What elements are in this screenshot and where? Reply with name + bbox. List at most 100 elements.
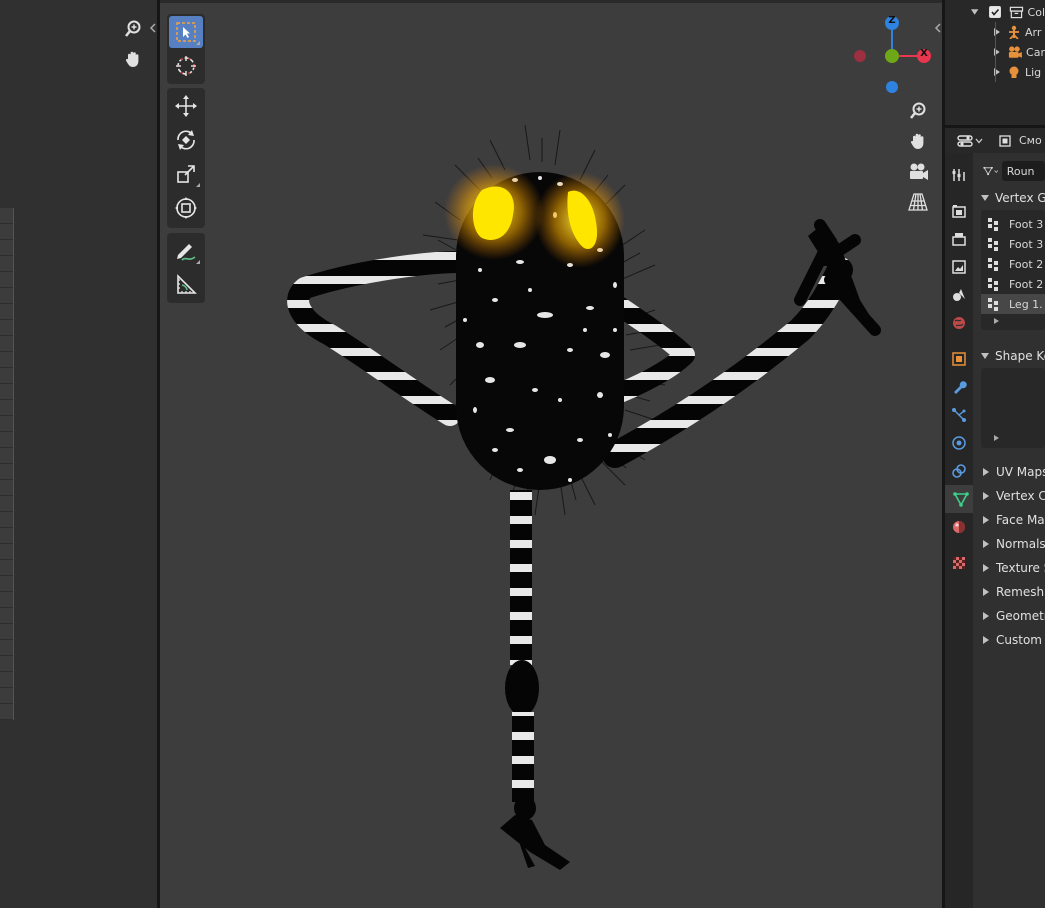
left-editor-grid[interactable] xyxy=(0,208,14,720)
panel-header-collapsed[interactable]: Vertex Co xyxy=(973,484,1045,508)
gizmo-x-label: X xyxy=(920,48,928,59)
chevron-down-icon xyxy=(994,169,999,173)
wrench-icon xyxy=(954,381,967,394)
checkmark-icon xyxy=(991,8,1000,16)
mesh-name-field[interactable]: Roun xyxy=(1001,161,1045,181)
panel-header-collapsed[interactable]: UV Maps xyxy=(973,460,1045,484)
outliner-item-label: Col xyxy=(1027,5,1045,19)
chevron-left-icon xyxy=(934,23,941,33)
material-icon xyxy=(953,521,965,533)
viewport-zoom-button[interactable] xyxy=(904,97,932,125)
measure-tool[interactable] xyxy=(169,269,203,301)
display-mode-dropdown[interactable]: Смо xyxy=(999,134,1042,147)
disclosure-right-icon xyxy=(983,516,989,524)
outliner: Col Arr Car Lig xyxy=(945,0,1045,125)
cursor-icon xyxy=(176,56,196,76)
disclosure-down-icon[interactable] xyxy=(970,7,979,17)
gizmo-z-label: Z xyxy=(888,15,896,26)
tab-tool[interactable] xyxy=(945,161,973,189)
zoom-view-button[interactable] xyxy=(119,15,147,43)
panel-shape-keys-header[interactable]: Shape Ke xyxy=(973,344,1045,368)
panel-vertex-groups-header[interactable]: Vertex G xyxy=(973,186,1045,210)
rotate-icon xyxy=(177,130,195,150)
3d-viewport[interactable]: Z X xyxy=(160,0,942,908)
tab-output[interactable] xyxy=(945,225,973,253)
panel-title: Texture S xyxy=(996,561,1045,575)
vertex-group-list[interactable]: Foot 3 Foot 3 Foot 2 Foot 2 Leg 1. xyxy=(981,210,1045,330)
viewport-sidebar-toggle[interactable] xyxy=(933,21,943,35)
panel-title: Normals xyxy=(996,537,1045,551)
scale-tool[interactable] xyxy=(169,158,203,190)
vertex-group-icon xyxy=(988,258,998,271)
panel-header-collapsed[interactable]: Geometr xyxy=(973,604,1045,628)
outliner-row-armature[interactable]: Arr xyxy=(945,22,1045,82)
panel-header-collapsed[interactable]: Texture S xyxy=(973,556,1045,580)
chevron-down-icon xyxy=(975,138,983,143)
rotate-tool[interactable] xyxy=(169,124,203,156)
vertex-group-name: Foot 2 xyxy=(1009,277,1044,291)
panel-title: UV Maps xyxy=(996,465,1045,479)
object-icon xyxy=(952,352,966,366)
tab-scene[interactable] xyxy=(945,281,973,309)
vertex-group-item[interactable]: Foot 2 xyxy=(981,274,1045,294)
scale-icon xyxy=(177,165,195,183)
checkbox-include[interactable] xyxy=(989,6,1001,18)
collection-icon xyxy=(1009,6,1023,19)
move-icon xyxy=(175,95,197,117)
zoom-icon xyxy=(910,102,926,119)
tab-world[interactable] xyxy=(945,309,973,337)
select-box-tool[interactable] xyxy=(169,16,203,48)
ruler-icon xyxy=(177,274,197,294)
tab-physics[interactable] xyxy=(945,429,973,457)
panel-title: Vertex G xyxy=(995,191,1045,205)
cursor-tool[interactable] xyxy=(169,50,203,82)
panel-header-collapsed[interactable]: Face Map xyxy=(973,508,1045,532)
viewport-pan-button[interactable] xyxy=(904,127,932,155)
disclosure-right-icon xyxy=(983,564,989,572)
disclosure-right-icon xyxy=(983,468,989,476)
panel-title: Vertex Co xyxy=(996,489,1045,503)
move-tool[interactable] xyxy=(169,90,203,122)
vertex-group-item-selected[interactable]: Leg 1. xyxy=(981,294,1045,314)
vertex-group-item[interactable]: Foot 3 xyxy=(981,234,1045,254)
mesh-datablock-selector[interactable]: Roun xyxy=(983,158,1045,184)
panel-header-collapsed[interactable]: Custom P xyxy=(973,628,1045,652)
panel-header-collapsed[interactable]: Remesh xyxy=(973,580,1045,604)
tab-material[interactable] xyxy=(945,513,973,541)
properties-content: Roun Vertex G Foot 3 Foot 3 Foot 2 Foot … xyxy=(973,153,1045,908)
annotate-tool[interactable] xyxy=(169,235,203,267)
camera-view-button[interactable] xyxy=(904,158,932,186)
mesh-name-value: Roun xyxy=(1006,164,1035,178)
properties-header: Смо xyxy=(945,128,1045,153)
pin-frame-icon xyxy=(999,134,1011,147)
tab-render[interactable] xyxy=(945,197,973,225)
panel-header-collapsed[interactable]: Normals xyxy=(973,532,1045,556)
disclosure-right-icon xyxy=(983,612,989,620)
tab-object-data[interactable] xyxy=(945,485,975,513)
tab-constraints[interactable] xyxy=(945,457,973,485)
perspective-toggle-button[interactable] xyxy=(904,188,932,216)
constraints-icon xyxy=(952,464,966,478)
tab-view-layer[interactable] xyxy=(945,253,973,281)
tab-object[interactable] xyxy=(945,345,973,373)
list-expand-icon[interactable] xyxy=(993,434,1001,442)
transform-tool[interactable] xyxy=(169,192,203,224)
camera-icon xyxy=(910,163,928,180)
outliner-row-collection[interactable]: Col xyxy=(945,2,1045,22)
tab-particles[interactable] xyxy=(945,401,973,429)
properties-tab-bar xyxy=(945,153,975,908)
tab-modifiers[interactable] xyxy=(945,373,973,401)
tab-texture[interactable] xyxy=(945,549,973,577)
grid-perspective-icon xyxy=(908,193,928,211)
outliner-item-label: Lig xyxy=(1025,65,1042,79)
properties-editor: Смо Roun Vertex G Foot 3 Foot 3 Foot 2 F… xyxy=(945,128,1045,908)
vertex-group-item[interactable]: Foot 2 xyxy=(981,254,1045,274)
list-expand-icon[interactable] xyxy=(993,317,1001,325)
shape-key-list[interactable] xyxy=(981,368,1045,448)
editor-type-dropdown[interactable] xyxy=(957,134,983,148)
vertex-group-item[interactable]: Foot 3 xyxy=(981,214,1045,234)
disclosure-right-icon xyxy=(983,540,989,548)
disclosure-right-icon xyxy=(983,636,989,644)
outliner-item-label: Arr xyxy=(1025,25,1042,39)
pan-view-button[interactable] xyxy=(119,45,147,73)
